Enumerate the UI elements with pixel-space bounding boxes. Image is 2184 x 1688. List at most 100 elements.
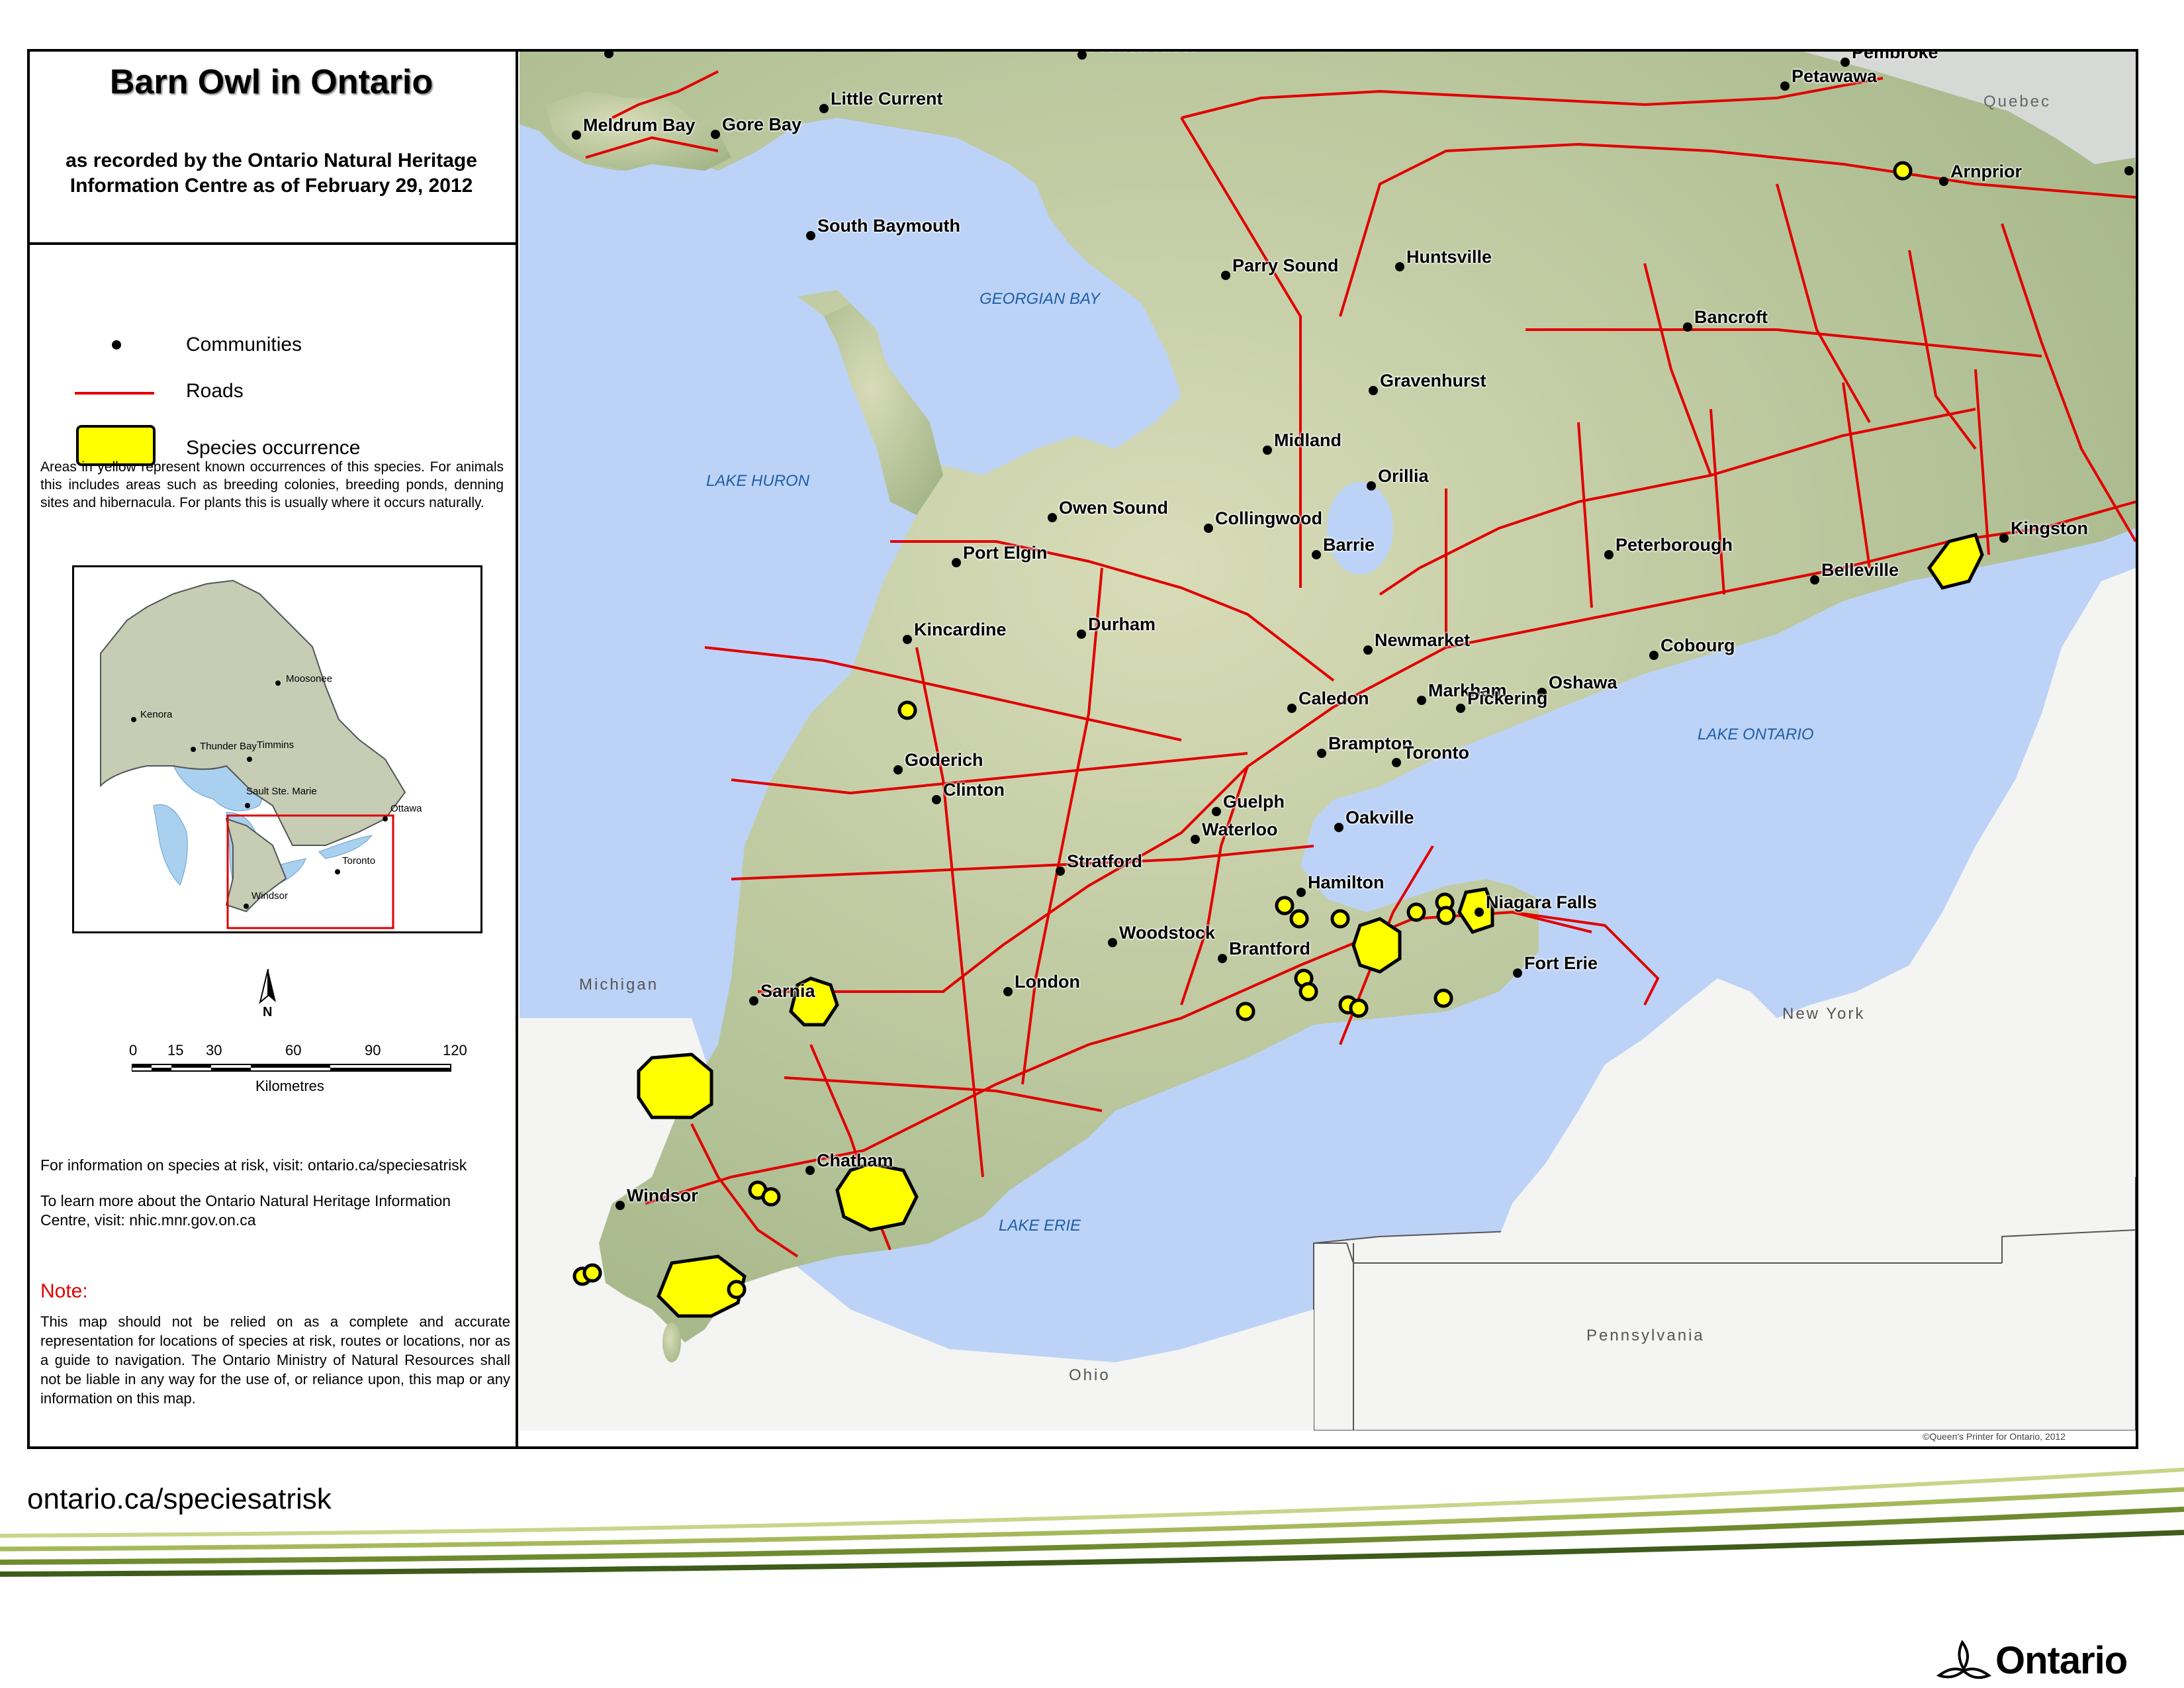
community-dot-windsor	[615, 1201, 625, 1210]
community-dot-midland	[1263, 445, 1272, 455]
community-label-hamilton: Hamilton	[1308, 872, 1385, 892]
community-dot-toronto	[1392, 758, 1401, 767]
community-label-chatham: Chatham	[817, 1150, 893, 1170]
community-label-niagara-falls: Niagara Falls	[1486, 892, 1598, 912]
region-label-pennsylvania: Pennsylvania	[1586, 1327, 1705, 1344]
community-label-guelph: Guelph	[1223, 792, 1285, 812]
community-label-brantford: Brantford	[1229, 939, 1310, 959]
inset-label-thunder-bay: Thunder Bay	[200, 741, 257, 752]
inset-label-toronto: Toronto	[342, 855, 376, 867]
road-line-icon	[75, 392, 154, 395]
info-nhic: To learn more about the Ontario Natural …	[40, 1192, 451, 1229]
community-dot-brampton	[1317, 749, 1326, 758]
inset-label-ottawa: Ottawa	[390, 803, 422, 814]
community-label-pembroke: Pembroke	[1852, 52, 1938, 62]
region-label-new-york: New York	[1782, 1005, 1866, 1023]
community-label-durham: Durham	[1088, 614, 1156, 634]
community-label-oakville: Oakville	[1345, 808, 1414, 827]
community-dot-meldrum-bay	[572, 130, 581, 140]
community-dot-markham	[1417, 696, 1426, 705]
community-label-kincardine: Kincardine	[914, 620, 1007, 639]
community-dot-collingwood	[1204, 524, 1213, 533]
community-dot-owen-sound	[1048, 513, 1057, 522]
region-label-quebec: Quebec	[1983, 93, 2052, 111]
community-dot-icon	[112, 340, 121, 350]
community-label-petawawa: Petawawa	[1792, 66, 1878, 86]
community-label-belleville: Belleville	[1821, 560, 1899, 580]
scale-unit: Kilometres	[255, 1078, 324, 1094]
community-dot-huntsville	[1395, 262, 1404, 271]
community-label-brampton: Brampton	[1328, 733, 1413, 753]
community-dot-fort-erie	[1513, 968, 1522, 978]
water-label-georgian-bay: GEORGIAN BAY	[979, 290, 1101, 308]
community-label-peterborough: Peterborough	[1615, 535, 1733, 555]
scale-tick-30: 30	[206, 1042, 222, 1058]
community-label-arnprior: Arnprior	[1950, 162, 2022, 181]
community-dot-stratford	[1056, 867, 1065, 876]
community-label-toronto: Toronto	[1403, 743, 1469, 763]
community-label-meldrum-bay: Meldrum Bay	[583, 115, 696, 135]
scale-tick-90: 90	[365, 1042, 381, 1058]
community-dot-london	[1003, 987, 1013, 996]
community-dot-brantford	[1218, 954, 1227, 963]
community-dot-caledon	[1287, 704, 1297, 713]
inset-label-moosonee: Moosonee	[286, 673, 333, 684]
legend-communities-label: Communities	[186, 334, 302, 355]
community-dot-oakville	[1334, 823, 1343, 832]
community-label-gore-bay: Gore Bay	[722, 115, 802, 134]
region-label-michigan: Michigan	[579, 976, 659, 994]
area-note: Areas in yellow represent known occurren…	[40, 459, 504, 510]
community-label-goderich: Goderich	[905, 750, 983, 770]
community-label-midland: Midland	[1274, 430, 1342, 450]
community-label-huntsville: Huntsville	[1406, 247, 1492, 267]
legend-roads: Roads	[27, 380, 516, 420]
community-dot-niagara-falls	[1475, 908, 1484, 917]
community-label-pickering: Pickering	[1467, 688, 1548, 708]
community-dot-gore-bay	[711, 130, 720, 139]
community-label-fort-erie: Fort Erie	[1524, 953, 1598, 973]
community-dot-orillia	[1367, 481, 1376, 491]
community-label-waterloo: Waterloo	[1202, 820, 1278, 839]
community-label-collingwood: Collingwood	[1215, 508, 1322, 528]
community-dot-belleville	[1810, 575, 1819, 585]
note-title: Note:	[40, 1280, 88, 1302]
legend: Communities Roads Species occurrence	[27, 248, 516, 486]
community-dot-kincardine	[903, 635, 912, 644]
community-dot-kingston	[1999, 534, 2009, 543]
community-dot-durham	[1077, 630, 1086, 639]
inset-label-sault-ste-marie: Sault Ste. Marie	[246, 786, 317, 797]
scale-tick-15: 15	[167, 1042, 184, 1058]
info-species-at-risk: For information on species at risk, visi…	[40, 1156, 467, 1174]
water-label-lake-huron: LAKE HURON	[706, 472, 810, 490]
community-label-stratford: Stratford	[1067, 851, 1142, 871]
inset-label-timmins: Timmins	[257, 739, 295, 751]
community-label-gravenhurst: Gravenhurst	[1380, 371, 1486, 391]
community-dot-newmarket	[1363, 645, 1373, 655]
copyright: ©Queen's Printer for Ontario, 2012	[1923, 1431, 2066, 1442]
community-dot-barrie	[1312, 550, 1321, 559]
ontario-trillium-icon	[1936, 1640, 1992, 1679]
community-label-windsor: Windsor	[627, 1186, 698, 1205]
community-dot-pickering	[1456, 704, 1465, 713]
north-arrow: N	[248, 968, 288, 1022]
community-dot-south-baymouth	[806, 231, 815, 240]
community-label-oshawa: Oshawa	[1549, 673, 1617, 692]
title-box: Barn Owl in Ontario as recorded by the O…	[27, 49, 516, 245]
community-label-clinton: Clinton	[943, 780, 1005, 800]
note-text: This map should not be relied on as a co…	[40, 1313, 510, 1407]
community-dot-ottawa	[2124, 166, 2134, 175]
community-label-south-baymouth: South Baymouth	[817, 216, 960, 236]
inset-label-kenora: Kenora	[140, 709, 173, 720]
community-dot-hamilton	[1297, 888, 1306, 897]
community-label-french-river: French River	[1089, 52, 1198, 56]
region-label-ohio: Ohio	[1069, 1366, 1111, 1384]
community-label-barrie: Barrie	[1323, 535, 1375, 555]
community-label-port-elgin: Port Elgin	[963, 543, 1048, 563]
community-dot-cobourg	[1649, 651, 1659, 660]
scale-tick-60: 60	[285, 1042, 302, 1058]
community-label-parry-sound: Parry Sound	[1232, 256, 1339, 275]
community-dot-peterborough	[1604, 550, 1614, 559]
community-dot-clinton	[932, 795, 941, 804]
community-dot-goderich	[893, 765, 903, 774]
community-label-kingston: Kingston	[2011, 518, 2088, 538]
